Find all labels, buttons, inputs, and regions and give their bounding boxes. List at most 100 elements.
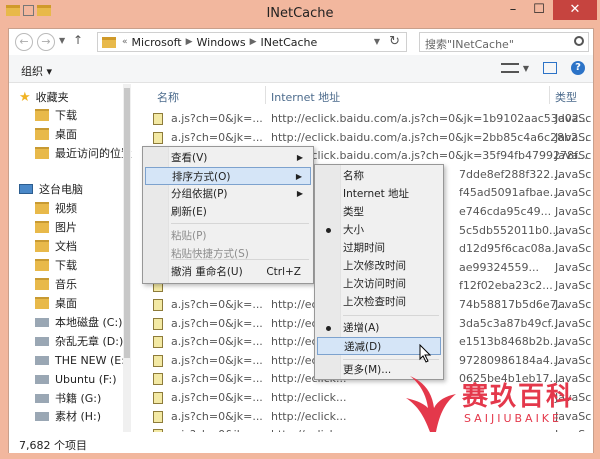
- column-divider[interactable]: [549, 86, 550, 104]
- item-count: 7,682 个项目: [19, 439, 87, 452]
- sidebar-item[interactable]: 桌面: [35, 125, 77, 143]
- sort-option[interactable]: 大小: [317, 221, 441, 239]
- menu-separator: [171, 223, 309, 224]
- crumb-microsoft[interactable]: Microsoft: [132, 36, 182, 49]
- maximize-button[interactable]: ☐: [526, 0, 552, 20]
- context-menu-item[interactable]: 粘贴(P): [145, 227, 311, 245]
- file-type: JavaSc: [555, 260, 592, 274]
- column-internet-address[interactable]: Internet 地址: [271, 89, 340, 105]
- sidebar-item[interactable]: 杂乱无章 (D:): [35, 332, 123, 350]
- file-type: JavaSc: [555, 223, 592, 237]
- search-placeholder: 搜索"INetCache": [425, 38, 514, 51]
- video-folder-icon: [35, 202, 49, 214]
- radio-bullet-icon: [326, 326, 331, 331]
- sidebar-item[interactable]: 书籍 (G:): [35, 389, 101, 407]
- file-name: a.js?ch=0&jk=...: [171, 428, 263, 432]
- column-name[interactable]: 名称: [157, 89, 179, 105]
- search-input[interactable]: 搜索"INetCache": [419, 32, 589, 52]
- context-menu-item[interactable]: 粘贴快捷方式(S): [145, 245, 311, 263]
- sidebar-item-label: 这台电脑: [39, 183, 83, 196]
- context-menu-item[interactable]: 排序方式(O) ▶: [145, 167, 311, 185]
- sidebar-item[interactable]: ★ 收藏夹: [19, 88, 69, 106]
- command-bar: 组织 ▾ ▼ ?: [9, 55, 593, 83]
- up-button[interactable]: ↑: [73, 33, 83, 47]
- file-url-tail: 3da5c3a87b49cf...: [459, 316, 562, 330]
- crumb-windows[interactable]: Windows: [197, 36, 246, 49]
- help-icon[interactable]: ?: [571, 61, 585, 75]
- sidebar-item[interactable]: 最近访问的位置: [35, 144, 132, 162]
- search-icon[interactable]: [574, 36, 584, 46]
- navigation-scrollbar[interactable]: [123, 84, 131, 432]
- sort-option[interactable]: Internet 地址: [317, 185, 441, 203]
- recent-locations-icon[interactable]: ▼: [59, 36, 65, 45]
- sort-option[interactable]: 过期时间: [317, 239, 441, 257]
- chevron-down-icon[interactable]: ▼: [523, 64, 529, 73]
- sidebar-item[interactable]: THE NEW (E:): [35, 351, 129, 369]
- organize-button[interactable]: 组织 ▾: [21, 63, 52, 79]
- sidebar-item[interactable]: 素材 (H:): [35, 407, 101, 425]
- context-menu-item[interactable]: 撤消 重命名(U) Ctrl+Z: [145, 263, 311, 281]
- scrollbar-thumb[interactable]: [124, 88, 130, 358]
- column-type[interactable]: 类型: [555, 89, 577, 105]
- sort-option[interactable]: 名称: [317, 167, 441, 185]
- sidebar-item[interactable]: 文档: [35, 237, 77, 255]
- file-url: 5c5db552011b0...: [459, 223, 560, 237]
- table-row[interactable]: a.js?ch=0&jk=... http://eclick.baidu.com/…: [139, 110, 593, 128]
- address-bar[interactable]: « Microsoft ▶ Windows ▶ INetCache ▼ ↻: [97, 32, 407, 52]
- sort-option[interactable]: 上次修改时间: [317, 257, 441, 275]
- crumb-inetcache[interactable]: INetCache: [261, 36, 318, 49]
- column-headers: 名称 Internet 地址 类型: [139, 84, 593, 106]
- sort-ascending-option[interactable]: 递增(A): [317, 319, 441, 337]
- context-menu-item[interactable]: 查看(V) ▶: [145, 149, 311, 167]
- chevron-down-icon[interactable]: ▼: [374, 37, 380, 46]
- sidebar-item[interactable]: 音乐: [35, 275, 77, 293]
- chevron-right-icon[interactable]: ▶: [186, 37, 193, 47]
- file-name: a.js?ch=0&jk=...: [171, 353, 263, 367]
- sidebar-item[interactable]: 下载: [35, 256, 77, 274]
- sidebar-item-label: 下载: [55, 259, 77, 272]
- file-type: JavaSc: [555, 279, 592, 293]
- sidebar-item[interactable]: 本地磁盘 (C:): [35, 313, 122, 331]
- sort-option[interactable]: 上次访问时间: [317, 275, 441, 293]
- menu-separator: [171, 259, 309, 260]
- file-url: d12d95f6cac08a...: [459, 242, 562, 256]
- column-divider[interactable]: [265, 86, 266, 104]
- menu-item-label: 递增(A): [343, 322, 380, 334]
- sort-option[interactable]: 类型: [317, 203, 441, 221]
- file-url: http://eclick.baidu.com/a.js?ch=0&jk=35f…: [271, 149, 588, 163]
- table-row[interactable]: a.js?ch=0&jk=... http://eclick.baidu.com/…: [139, 129, 593, 147]
- back-button[interactable]: ←: [15, 33, 33, 51]
- file-name: a.js?ch=0&jk=...: [171, 372, 263, 386]
- view-options-icon[interactable]: [500, 63, 519, 73]
- sidebar-item[interactable]: 下载: [35, 106, 77, 124]
- drive-icon: [35, 411, 49, 421]
- desktop-icon: [35, 297, 49, 309]
- context-menu: 查看(V) ▶ 排序方式(O) ▶ 分组依据(P) ▶ 刷新(E) 粘贴(P) 粘贴快捷方式(S…: [142, 146, 314, 284]
- sidebar-item[interactable]: 桌面: [35, 294, 77, 312]
- file-type: JavaSc: [555, 353, 592, 367]
- forward-button[interactable]: →: [37, 33, 55, 51]
- address-prefix[interactable]: «: [122, 37, 128, 47]
- sidebar-item[interactable]: 图片: [35, 218, 77, 236]
- sidebar-item-label: 最近访问的位置: [55, 147, 132, 160]
- sidebar-item[interactable]: 视频: [35, 199, 77, 217]
- sort-option[interactable]: 上次检查时间: [317, 293, 441, 311]
- sidebar-item[interactable]: 这台电脑: [19, 180, 83, 198]
- music-folder-icon: [35, 278, 49, 290]
- context-menu-item[interactable]: 刷新(E): [145, 203, 311, 221]
- script-file-icon: [153, 299, 163, 311]
- mouse-cursor-icon: [419, 344, 432, 363]
- context-menu-item[interactable]: 分组依据(P) ▶: [145, 185, 311, 203]
- computer-icon: [19, 184, 33, 194]
- chevron-right-icon[interactable]: ▶: [250, 37, 257, 47]
- close-button[interactable]: ✕: [553, 0, 597, 20]
- submenu-arrow-icon: ▶: [296, 189, 303, 198]
- file-type: JavaSc: [555, 186, 592, 200]
- minimize-button[interactable]: –: [500, 0, 526, 20]
- refresh-icon[interactable]: ↻: [389, 34, 400, 49]
- sidebar-item[interactable]: Ubuntu (F:): [35, 370, 117, 388]
- menu-item-label: 粘贴(P): [171, 230, 207, 242]
- sidebar-item-label: 书籍 (G:): [55, 392, 102, 405]
- file-type: JavaSc: [555, 316, 592, 330]
- preview-pane-icon[interactable]: [543, 62, 557, 74]
